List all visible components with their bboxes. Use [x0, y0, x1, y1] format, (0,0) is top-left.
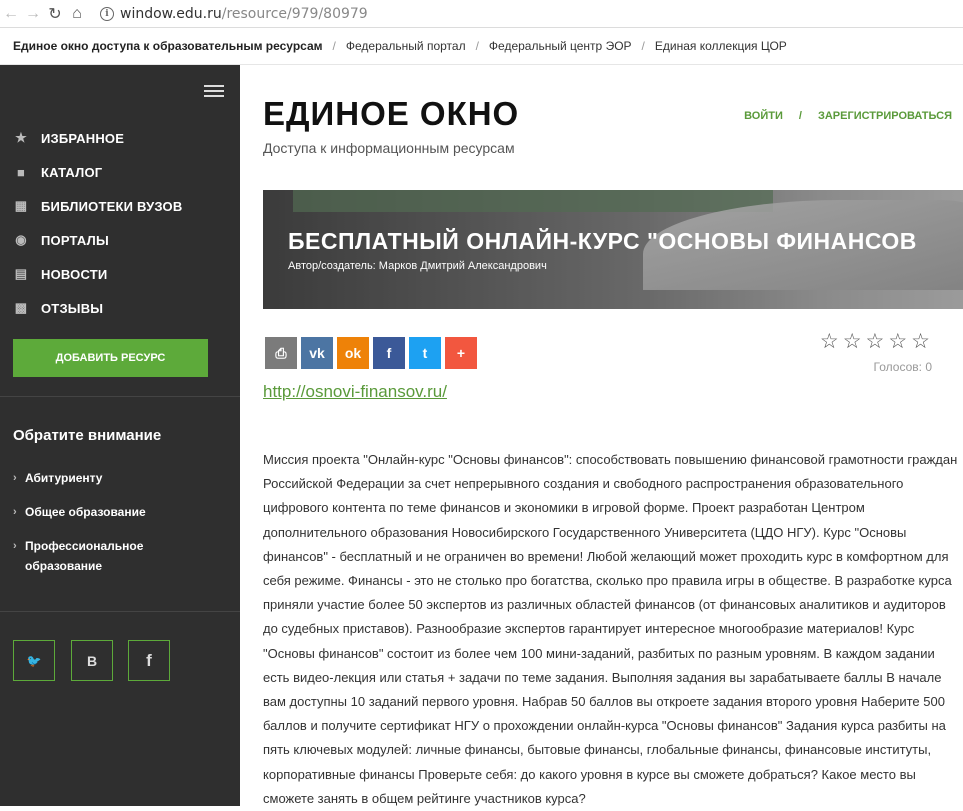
topbar-link-cor[interactable]: Единая коллекция ЦОР — [655, 39, 787, 53]
vk-button[interactable]: В — [71, 640, 113, 681]
star-outline-icon[interactable]: ☆ — [888, 331, 907, 353]
browser-toolbar: ← → ↻ ⌂ i window.edu.ru/resource/979/809… — [0, 0, 963, 28]
star-icon: ★ — [15, 130, 27, 145]
resource-banner: БЕСПЛАТНЫЙ ОНЛАЙН-КУРС "ОСНОВЫ ФИНАНСОВ … — [263, 190, 963, 309]
library-icon: ▦ — [14, 198, 28, 213]
sidebar-item-label: КАТАЛОГ — [41, 164, 103, 180]
sidebar-item-label: ПОРТАЛЫ — [41, 232, 109, 248]
url-path: /resource/979/80979 — [221, 5, 368, 22]
chevron-right-icon: › — [13, 472, 17, 484]
twitter-share-button[interactable]: t — [409, 337, 441, 369]
topbar-link-federal-portal[interactable]: Федеральный портал — [346, 39, 466, 53]
star-outline-icon[interactable]: ☆ — [911, 331, 930, 353]
auth-links: ВОЙТИ / ЗАРЕГИСТРИРОВАТЬСЯ — [744, 110, 952, 122]
separator: / — [798, 110, 802, 122]
reload-icon[interactable]: ↻ — [44, 3, 66, 25]
twitter-icon: 🐦 — [26, 653, 42, 668]
print-button[interactable]: ⎙ — [265, 337, 297, 369]
attention-item-professional-education[interactable]: › Профессиональное образование — [13, 536, 223, 576]
facebook-icon: f — [146, 650, 152, 670]
odnoklassniki-icon: ok — [344, 345, 362, 361]
sidebar-item-label: ОТЗЫВЫ — [41, 300, 104, 316]
vk-share-button[interactable]: vk — [301, 337, 333, 369]
hamburger-menu-icon[interactable] — [204, 85, 224, 99]
add-resource-button[interactable]: ДОБАВИТЬ РЕСУРС — [13, 339, 208, 377]
home-icon[interactable]: ⌂ — [66, 3, 88, 25]
vk-icon: В — [86, 652, 98, 669]
topbar-brand-link[interactable]: Единое окно доступа к образовательным ре… — [13, 39, 323, 53]
vk-icon: vk — [309, 345, 325, 361]
attention-item-applicant[interactable]: › Абитуриенту — [13, 468, 223, 488]
sidebar-item-portals[interactable]: ◉ ПОРТАЛЫ — [13, 223, 182, 257]
resource-description: Миссия проекта "Онлайн-курс "Основы фина… — [263, 452, 958, 806]
separator: / — [641, 39, 645, 53]
share-buttons: ⎙ vk ok f t + — [265, 337, 481, 369]
resource-link[interactable]: http://osnovi-finansov.ru/ — [263, 382, 447, 402]
sidebar-item-label: НОВОСТИ — [41, 266, 108, 282]
separator: / — [332, 39, 336, 53]
portals-icon: ◉ — [15, 232, 27, 247]
sidebar-item-news[interactable]: ▤ НОВОСТИ — [13, 257, 182, 291]
attention-item-label: Абитуриенту — [25, 471, 103, 485]
attention-title: Обратите внимание — [13, 427, 162, 444]
divider — [0, 611, 240, 612]
attention-item-label: Общее образование — [25, 505, 146, 519]
print-icon: ⎙ — [275, 344, 287, 361]
sidebar-item-libraries[interactable]: ▦ БИБЛИОТЕКИ ВУЗОВ — [13, 189, 183, 223]
attention-item-general-education[interactable]: › Общее образование — [13, 502, 223, 522]
sidebar-item-label: ИЗБРАННОЕ — [41, 130, 125, 146]
facebook-icon: f — [386, 345, 392, 361]
reviews-icon: ▩ — [14, 300, 28, 315]
divider — [0, 396, 240, 397]
portal-topbar: Единое окно доступа к образовательным ре… — [0, 28, 963, 65]
facebook-button[interactable]: f — [128, 640, 170, 681]
resource-author: Автор/создатель: Марков Дмитрий Александ… — [288, 260, 547, 272]
register-link[interactable]: ЗАРЕГИСТРИРОВАТЬСЯ — [818, 110, 952, 122]
url-host: window.edu.ru — [120, 5, 222, 22]
twitter-icon: t — [422, 345, 428, 361]
star-outline-icon[interactable]: ☆ — [820, 331, 839, 353]
votes-count: Голосов: 0 — [873, 360, 932, 374]
ok-share-button[interactable]: ok — [337, 337, 369, 369]
forward-arrow-icon[interactable]: → — [22, 3, 44, 25]
more-share-button[interactable]: + — [445, 337, 477, 369]
sidebar-item-reviews[interactable]: ▩ ОТЗЫВЫ — [13, 291, 182, 325]
resource-title: БЕСПЛАТНЫЙ ОНЛАЙН-КУРС "ОСНОВЫ ФИНАНСОВ — [288, 228, 917, 254]
sidebar-item-label: БИБЛИОТЕКИ ВУЗОВ — [41, 198, 183, 214]
twitter-button[interactable]: 🐦 — [13, 640, 55, 681]
back-arrow-icon[interactable]: ← — [0, 3, 22, 25]
facebook-share-button[interactable]: f — [373, 337, 405, 369]
attention-item-label: Профессиональное образование — [25, 539, 144, 573]
site-title: ЕДИНОЕ ОКНО — [263, 95, 520, 132]
login-link[interactable]: ВОЙТИ — [744, 110, 783, 122]
star-outline-icon[interactable]: ☆ — [843, 331, 862, 353]
sidebar-item-favorites[interactable]: ★ ИЗБРАННОЕ — [13, 121, 182, 155]
sidebar: ★ ИЗБРАННОЕ ■ КАТАЛОГ ▦ БИБЛИОТЕКИ ВУЗОВ… — [0, 65, 240, 806]
topbar-link-eor[interactable]: Федеральный центр ЭОР — [489, 39, 632, 53]
rating-stars: ☆ ☆ ☆ ☆ ☆ — [816, 331, 930, 353]
sidebar-item-catalog[interactable]: ■ КАТАЛОГ — [13, 155, 182, 189]
news-icon: ▤ — [14, 266, 28, 281]
chevron-right-icon: › — [13, 506, 17, 518]
catalog-icon: ■ — [16, 164, 26, 180]
site-subtitle: Доступа к информационным ресурсам — [263, 140, 515, 156]
address-bar[interactable]: window.edu.ru/resource/979/80979 — [120, 6, 368, 22]
chevron-right-icon: › — [13, 540, 17, 552]
separator: / — [475, 39, 479, 53]
info-icon[interactable]: i — [100, 6, 114, 21]
main-content: ЕДИНОЕ ОКНО Доступа к информационным рес… — [263, 65, 963, 806]
more-icon: + — [456, 345, 466, 361]
star-outline-icon[interactable]: ☆ — [866, 331, 885, 353]
attention-list: › Абитуриенту › Общее образование › Проф… — [13, 468, 223, 590]
sidebar-menu: ★ ИЗБРАННОЕ ■ КАТАЛОГ ▦ БИБЛИОТЕКИ ВУЗОВ… — [13, 121, 183, 325]
